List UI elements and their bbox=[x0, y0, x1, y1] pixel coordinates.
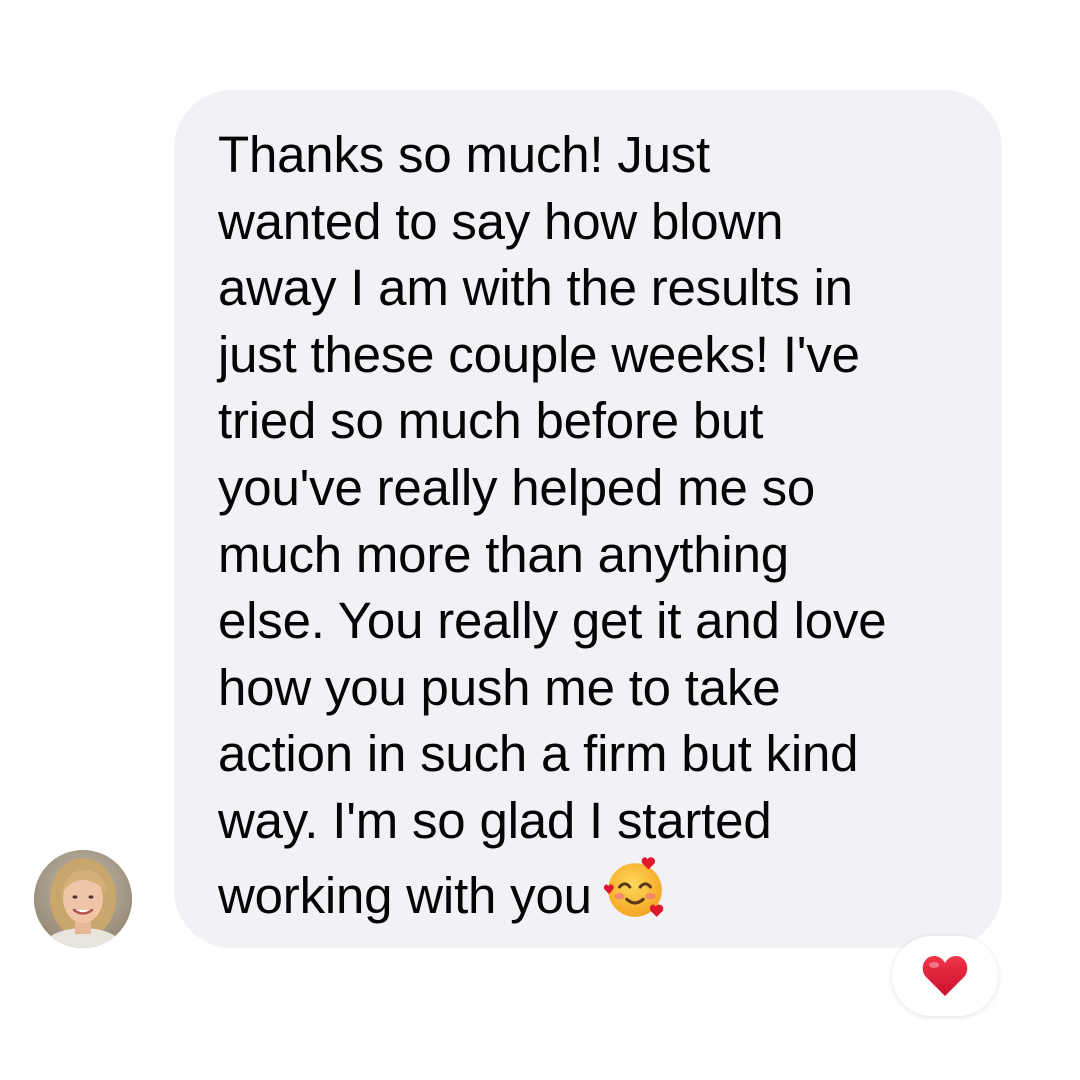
reaction-badge[interactable] bbox=[892, 936, 998, 1016]
message-text: Thanks so much! Just wanted to say how b… bbox=[218, 122, 887, 930]
avatar[interactable] bbox=[34, 850, 132, 948]
red-heart-icon bbox=[922, 956, 968, 996]
message-line: how you push me to take bbox=[218, 658, 781, 716]
message-line: Thanks so much! Just bbox=[218, 126, 711, 183]
message-line: much more than anything bbox=[218, 525, 789, 583]
message-line: else. You really get it and love bbox=[218, 592, 887, 650]
message-line: action in such a firm but kind bbox=[218, 725, 859, 783]
message-line: away I am with the results in bbox=[218, 259, 853, 317]
smiling-face-with-hearts-icon bbox=[603, 856, 664, 917]
message-line: tried so much before but bbox=[218, 392, 764, 450]
message-line: way. I'm so glad I started bbox=[218, 791, 772, 849]
message-line: you've really helped me so bbox=[218, 458, 816, 516]
avatar-photo bbox=[34, 850, 132, 948]
message-line-text: working with you bbox=[218, 866, 592, 924]
chat-canvas: Thanks so much! Just wanted to say how b… bbox=[0, 0, 1080, 1080]
message-line-last: working with you bbox=[218, 855, 886, 930]
message-line: wanted to say how blown bbox=[218, 192, 784, 250]
message-line: just these couple weeks! I've bbox=[218, 325, 860, 383]
